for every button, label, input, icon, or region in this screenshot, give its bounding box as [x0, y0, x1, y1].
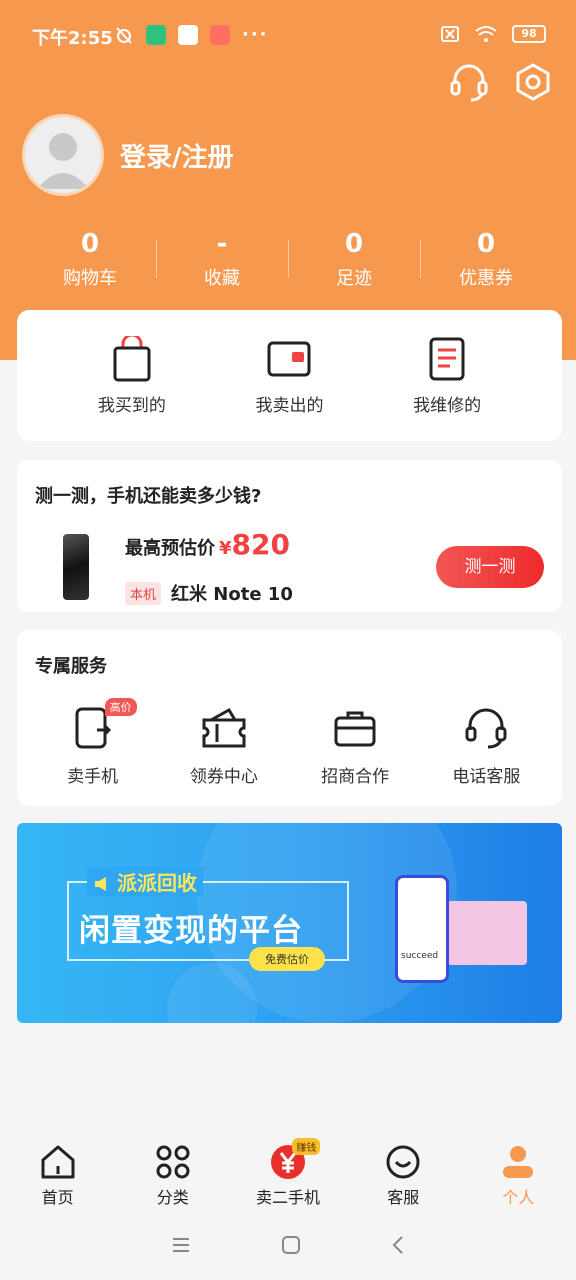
- order-label: 我卖出的: [255, 396, 324, 416]
- price-label: 最高预估价: [125, 538, 215, 559]
- default-avatar-icon: [37, 133, 89, 189]
- avatar[interactable]: [22, 114, 104, 196]
- stat-value: 0: [476, 229, 496, 259]
- banner-phone-illustration: [395, 875, 449, 983]
- shield-app-icon: [146, 24, 166, 45]
- order-label: 我买到的: [97, 396, 166, 416]
- headset-icon: [450, 64, 488, 102]
- repair-list-icon: [429, 337, 465, 381]
- status-notification-icons: ···: [114, 24, 269, 45]
- shopping-bag-icon: [113, 336, 151, 382]
- nav-customer-service[interactable]: 客服: [346, 1130, 461, 1210]
- nav-sell-used-phone[interactable]: 赚钱 卖二手机: [230, 1130, 345, 1210]
- nav-label: 分类: [156, 1188, 189, 1207]
- service-phone-support[interactable]: 电话客服: [426, 704, 546, 787]
- briefcase-icon: [334, 711, 376, 747]
- wifi-icon: [475, 26, 497, 42]
- order-bought[interactable]: 我买到的: [77, 335, 187, 416]
- stat-value: 0: [80, 229, 100, 259]
- service-business[interactable]: 招商合作: [295, 704, 415, 787]
- service-label: 领券中心: [189, 767, 258, 787]
- service-label: 招商合作: [321, 767, 390, 787]
- header-actions: [448, 60, 554, 104]
- model-row: 本机 红米 Note 10: [125, 580, 293, 606]
- user-stats: 0 购物车 - 收藏 0 足迹 0 优惠券: [24, 226, 552, 290]
- stat-value: -: [216, 229, 228, 259]
- currency-symbol: ¥: [219, 538, 232, 559]
- app-notification-icon: [210, 24, 230, 45]
- nav-category[interactable]: 分类: [115, 1130, 230, 1210]
- settings-icon: [516, 63, 550, 101]
- service-label: 卖手机: [67, 767, 119, 787]
- profile-section[interactable]: 登录/注册: [22, 114, 234, 196]
- promo-banner[interactable]: 派派回收 闲置变现的平台 免费估价 succeed: [17, 823, 562, 1023]
- this-device-tag: 本机: [125, 581, 162, 605]
- orders-card: 我买到的 我卖出的 我维修的: [17, 310, 562, 441]
- battery-indicator: 98: [512, 25, 546, 43]
- banner-headline: 闲置变现的平台: [79, 913, 303, 949]
- order-repaired[interactable]: 我维修的: [392, 335, 502, 416]
- stat-history[interactable]: 0 足迹: [288, 226, 420, 290]
- banner-brand-text: 派派回收: [117, 871, 197, 895]
- price-row: 最高预估价 ¥ 820: [125, 528, 290, 561]
- stat-coupons[interactable]: 0 优惠券: [420, 226, 552, 290]
- banner-phone-text: succeed: [401, 951, 439, 961]
- stat-cart[interactable]: 0 购物车: [24, 226, 156, 290]
- wallet-icon: [267, 341, 311, 377]
- order-label: 我维修的: [413, 396, 482, 416]
- high-price-badge: 高价: [104, 698, 137, 716]
- headset-icon: [465, 708, 507, 749]
- phone-image: [63, 534, 89, 600]
- category-icon: [156, 1145, 190, 1179]
- service-label: 电话客服: [452, 767, 521, 787]
- stat-label: 优惠券: [459, 268, 513, 289]
- home-square-icon[interactable]: [281, 1235, 301, 1255]
- estimated-price: 820: [231, 528, 290, 561]
- device-model: 红米 Note 10: [171, 584, 293, 605]
- service-sell-phone[interactable]: 高价 卖手机: [33, 698, 153, 787]
- banner-estimate-button[interactable]: 免费估价: [249, 947, 325, 971]
- stat-favorites[interactable]: - 收藏: [156, 226, 288, 290]
- more-notifications: ···: [242, 24, 269, 45]
- estimate-button[interactable]: 测一测: [436, 546, 544, 588]
- qq-app-icon: [178, 24, 198, 45]
- back-icon[interactable]: [391, 1235, 405, 1255]
- nav-home[interactable]: 首页: [0, 1130, 115, 1210]
- price-estimate-card: 测一测，手机还能卖多少钱? 最高预估价 ¥ 820 本机 红米 Note 10 …: [17, 460, 562, 612]
- banner-shop-illustration: [447, 901, 527, 965]
- estimate-title: 测一测，手机还能卖多少钱?: [35, 486, 262, 507]
- alarm-off-icon: [116, 26, 132, 44]
- login-register-link[interactable]: 登录/注册: [120, 137, 234, 174]
- megaphone-icon: [95, 877, 106, 891]
- bottom-navigation: 首页 分类 赚钱 卖二手机 客服 个人: [0, 1130, 576, 1210]
- stat-label: 足迹: [336, 268, 372, 289]
- coupon-icon: [202, 707, 246, 748]
- nav-label: 卖二手机: [256, 1188, 321, 1207]
- home-icon: [41, 1145, 75, 1179]
- services-card: 专属服务 高价 卖手机 领券中心 招商合作 电话客服: [17, 630, 562, 806]
- settings-button[interactable]: [512, 60, 554, 104]
- stat-label: 收藏: [204, 268, 240, 289]
- stat-label: 购物车: [63, 268, 117, 289]
- services-title: 专属服务: [35, 656, 107, 677]
- sim-off-icon: [441, 26, 459, 42]
- person-icon: [503, 1146, 534, 1178]
- services-row: 高价 卖手机 领券中心 招商合作 电话客服: [17, 698, 562, 787]
- banner-brand-title: 派派回收: [87, 867, 203, 896]
- nav-label: 首页: [41, 1188, 74, 1207]
- status-system-icons: 98: [440, 25, 546, 43]
- status-time: 下午2:55: [32, 28, 113, 49]
- nav-label: 个人: [502, 1188, 535, 1207]
- stat-value: 0: [344, 229, 364, 259]
- customer-service-button[interactable]: [448, 60, 490, 104]
- nav-label: 客服: [387, 1188, 420, 1207]
- smile-icon: [386, 1145, 420, 1179]
- menu-icon[interactable]: [171, 1237, 191, 1253]
- service-coupons[interactable]: 领券中心: [164, 704, 284, 787]
- nav-profile[interactable]: 个人: [461, 1130, 576, 1210]
- earn-badge: 赚钱: [292, 1138, 321, 1155]
- order-sold[interactable]: 我卖出的: [234, 335, 344, 416]
- system-navigation: [0, 1210, 576, 1280]
